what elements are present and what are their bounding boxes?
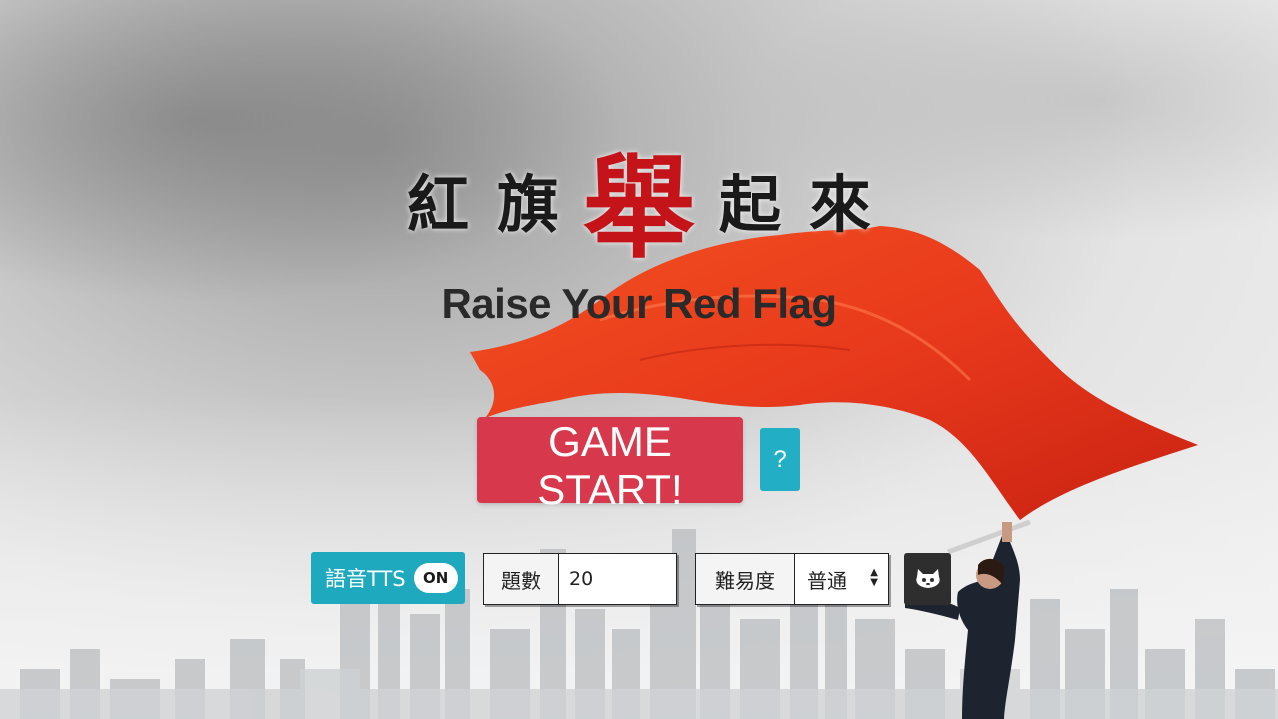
question-count-group: 題數 — [483, 553, 677, 605]
title-char-1: 紅 — [406, 168, 469, 241]
tts-label: 語音TTS — [325, 567, 406, 591]
difficulty-label: 難易度 — [696, 554, 795, 604]
title-char-3-highlight: 舉 — [583, 143, 695, 274]
question-count-input[interactable] — [559, 554, 676, 604]
github-button[interactable] — [904, 553, 951, 605]
difficulty-selected-value: 普通 — [807, 568, 847, 593]
difficulty-select[interactable]: 普通 ▲ ▼ — [795, 554, 888, 604]
woman-figure — [905, 522, 1020, 719]
question-count-label: 題數 — [484, 554, 559, 604]
github-octocat-icon — [915, 569, 940, 588]
select-caret-icon: ▲ ▼ — [870, 567, 878, 588]
help-button[interactable]: ? — [760, 428, 800, 491]
title-char-4: 起 — [719, 168, 782, 241]
chinese-title: 紅旗舉起來 — [0, 118, 1278, 274]
difficulty-group: 難易度 普通 ▲ ▼ — [695, 553, 889, 605]
title-char-2: 旗 — [496, 168, 559, 241]
tts-state-pill: ON — [413, 563, 458, 593]
game-start-button[interactable]: GAME START! — [477, 417, 743, 513]
tts-toggle[interactable]: 語音TTS ON — [311, 552, 465, 604]
english-title: Raise Your Red Flag — [441, 280, 837, 327]
title-char-5: 來 — [809, 168, 872, 241]
